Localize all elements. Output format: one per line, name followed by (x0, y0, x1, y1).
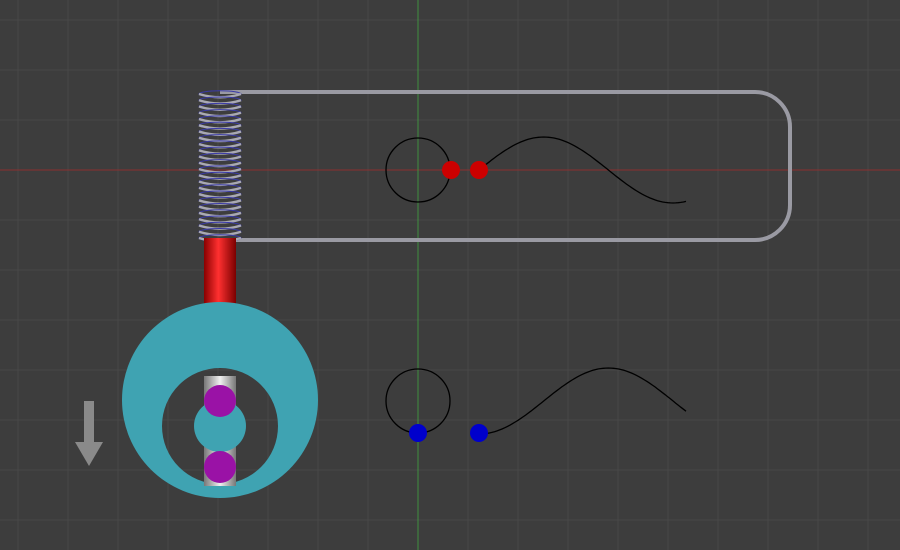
viewport-background (0, 0, 900, 550)
lower-pin (204, 451, 236, 483)
piston-rod (204, 238, 236, 308)
lower-marker-curve-point (470, 424, 488, 442)
lower-marker-circle-point (409, 424, 427, 442)
upper-marker-curve-point (470, 161, 488, 179)
cam-mechanism-diagram (0, 0, 900, 550)
upper-pin (204, 385, 236, 417)
upper-marker-circle-point (442, 161, 460, 179)
